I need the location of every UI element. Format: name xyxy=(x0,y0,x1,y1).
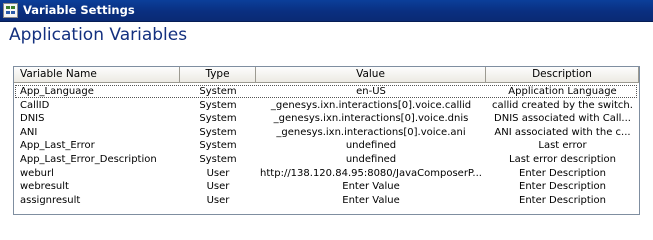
cell-value[interactable]: http://138.120.84.95:8080/JavaComposerP.… xyxy=(256,167,486,180)
table-row[interactable]: App_Last_Error_Description System undefine… xyxy=(14,153,639,166)
cell-variable-name: App_Last_Error_Description xyxy=(20,154,157,165)
cell-variable-name: App_Language xyxy=(20,86,94,97)
table-row[interactable]: App_Last_Error System undefined Last error xyxy=(14,139,639,152)
cell-type: System xyxy=(199,86,237,97)
column-header-value[interactable]: Value xyxy=(256,67,486,83)
column-header-type[interactable]: Type xyxy=(180,67,256,83)
window-titlebar: Variable Settings xyxy=(0,0,653,22)
cell-description[interactable]: Enter Description xyxy=(486,167,639,180)
table-row[interactable]: weburl User http://138.120.84.95:8080/Java… xyxy=(14,167,639,180)
cell-type: System xyxy=(199,113,237,125)
cell-description[interactable]: Enter Description xyxy=(486,180,639,193)
table-row[interactable]: CallID System _genesys.ixn.interactions[0]… xyxy=(14,99,639,112)
cell-type: User xyxy=(206,181,230,193)
table-row[interactable]: assignresult User Enter Value Enter Descrip… xyxy=(14,194,639,207)
table-row[interactable]: DNIS System _genesys.ixn.interactions[0].v… xyxy=(14,112,639,125)
cell-value[interactable]: Enter Value xyxy=(256,194,486,207)
cell-description[interactable]: Application Language xyxy=(486,85,639,98)
table-row[interactable]: ANI System _genesys.ixn.interactions[0].vo… xyxy=(14,126,639,139)
cell-description[interactable]: DNIS associated with Call... xyxy=(486,112,639,125)
cell-value[interactable]: _genesys.ixn.interactions[0].voice.ani xyxy=(256,126,486,139)
cell-description[interactable]: Last error description xyxy=(486,153,639,166)
cell-value[interactable]: _genesys.ixn.interactions[0].voice.dnis xyxy=(256,112,486,125)
cell-type: System xyxy=(199,99,237,111)
cell-variable-name: weburl xyxy=(20,167,54,179)
cell-type: User xyxy=(206,167,230,179)
cell-value[interactable]: _genesys.ixn.interactions[0].voice.calli… xyxy=(256,99,486,112)
cell-variable-name: DNIS xyxy=(20,113,45,125)
cell-variable-name: App_Last_Error xyxy=(20,140,95,152)
column-header-variable-name[interactable]: Variable Name xyxy=(14,67,180,83)
table-row[interactable]: webresult User Enter Value Enter Descriptio… xyxy=(14,180,639,193)
cell-value[interactable]: Enter Value xyxy=(256,180,486,193)
cell-description[interactable]: Enter Description xyxy=(486,194,639,207)
window-title: Variable Settings xyxy=(23,3,135,17)
cell-variable-name: assignresult xyxy=(20,194,81,206)
column-header-description[interactable]: Description xyxy=(486,67,639,83)
variables-table: Variable Name Type Value Description App… xyxy=(13,66,640,215)
cell-type: System xyxy=(199,140,237,152)
cell-type: User xyxy=(206,194,230,206)
page-title: Application Variables xyxy=(9,25,188,45)
cell-variable-name: ANI xyxy=(20,126,38,138)
cell-description[interactable]: callid created by the switch. xyxy=(486,99,639,112)
cell-description[interactable]: Last error xyxy=(486,139,639,152)
cell-variable-name: CallID xyxy=(20,99,50,111)
table-row[interactable]: App_Language System en-US Application Langu… xyxy=(14,85,639,98)
cell-value[interactable]: undefined xyxy=(256,153,486,166)
cell-value[interactable]: undefined xyxy=(256,139,486,152)
app-grid-icon xyxy=(3,3,18,18)
cell-description[interactable]: ANI associated with the c... xyxy=(486,126,639,139)
cell-type: System xyxy=(199,126,237,138)
cell-variable-name: webresult xyxy=(20,181,69,193)
cell-type: System xyxy=(199,154,237,165)
cell-value[interactable]: en-US xyxy=(256,85,486,98)
